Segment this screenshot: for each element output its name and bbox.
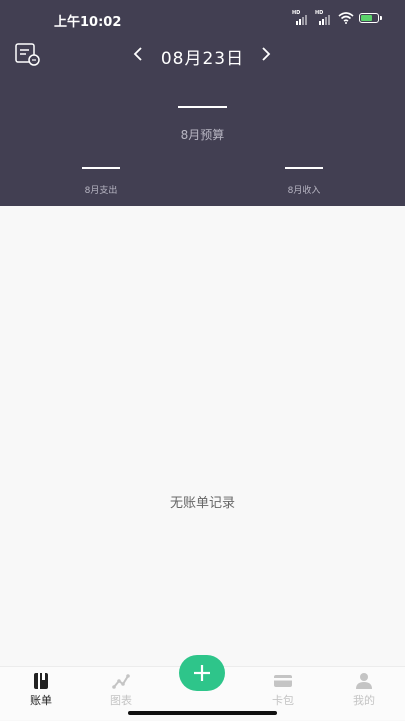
plus-icon (194, 665, 210, 681)
budget-value-placeholder (178, 106, 227, 108)
budget-label[interactable]: 8月预算 (0, 126, 405, 143)
signal-icon: HD (292, 10, 310, 25)
expense-value-placeholder (82, 167, 120, 169)
income-label: 8月收入 (287, 186, 321, 196)
tab-mine[interactable]: 我的 (334, 667, 394, 721)
tab-label: 图表 (110, 694, 132, 707)
status-bar: 上午10:02 HD HD (0, 0, 405, 38)
status-icons: HD HD (292, 10, 382, 25)
book-icon (34, 673, 48, 689)
header: 上午10:02 HD HD 08月23日 8月预算 8月支出 8月收入 (0, 0, 405, 206)
wifi-icon (338, 12, 354, 24)
battery-icon (359, 13, 382, 23)
status-time: 上午10:02 (54, 15, 122, 30)
income-value-placeholder (285, 167, 323, 169)
add-bill-button[interactable] (179, 655, 225, 691)
user-icon (356, 673, 372, 689)
bill-list: 无账单记录 (0, 206, 405, 666)
tab-label: 卡包 (272, 694, 294, 707)
tab-label: 账单 (30, 694, 52, 707)
chevron-right-icon[interactable] (255, 42, 277, 66)
empty-state-message: 无账单记录 (169, 496, 235, 511)
date-navigator: 08月23日 (0, 40, 405, 70)
tab-label: 我的 (353, 694, 375, 707)
card-icon (274, 675, 292, 687)
home-indicator (128, 711, 277, 715)
tab-bills[interactable]: 账单 (11, 667, 71, 721)
signal-icon: HD (315, 10, 333, 25)
line-chart-icon (112, 674, 130, 689)
date-label[interactable]: 08月23日 (0, 44, 405, 69)
expense-label: 8月支出 (84, 186, 118, 196)
